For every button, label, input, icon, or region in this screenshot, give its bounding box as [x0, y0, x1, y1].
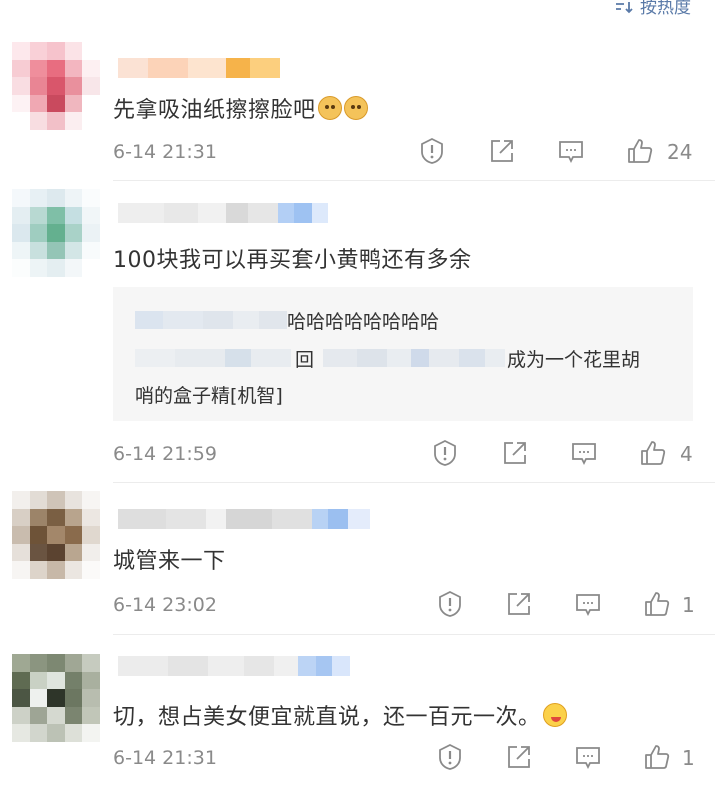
comment-button[interactable] — [557, 137, 585, 165]
share-button[interactable] — [488, 137, 516, 165]
reply-text: 哨的盒子精[机智] — [135, 385, 283, 407]
dog-emoji-icon — [317, 96, 342, 120]
comment-text: 先拿吸油纸擦擦脸吧 — [113, 92, 368, 124]
comment-item: 100块我可以再买套小黄鸭还有多余 哈哈哈哈哈哈哈哈 回 成为一个花里胡 哨的盒… — [0, 181, 715, 483]
comment-icon — [576, 747, 600, 770]
share-button[interactable] — [505, 743, 533, 771]
report-button[interactable] — [431, 439, 459, 467]
share-icon — [508, 746, 530, 768]
report-icon — [434, 439, 456, 466]
reply-mention-blurred — [323, 349, 505, 367]
comment-icon — [576, 594, 600, 617]
like-button[interactable] — [643, 743, 671, 771]
comment-button[interactable] — [574, 590, 602, 618]
comment-time: 6-14 21:31 — [113, 141, 217, 163]
avatar[interactable] — [12, 491, 100, 579]
reply-mention-label: 回 — [295, 349, 315, 371]
reply-text: 成为一个花里胡 — [507, 349, 641, 371]
like-count: 24 — [667, 140, 693, 164]
comment-item: 切，想占美女便宜就直说，还一百元一次。 6-14 21:31 1 — [0, 636, 715, 787]
avatar[interactable] — [12, 654, 100, 742]
report-button[interactable] — [436, 590, 464, 618]
comment-item: 先拿吸油纸擦擦脸吧 6-14 21:31 24 — [0, 0, 715, 181]
report-icon — [439, 743, 461, 770]
comment-time: 6-14 21:59 — [113, 443, 217, 465]
like-icon — [645, 592, 670, 616]
like-icon — [641, 441, 666, 465]
like-button[interactable] — [639, 439, 667, 467]
dog-emoji-icon — [343, 96, 368, 120]
comment-text: 切，想占美女便宜就直说，还一百元一次。 — [113, 699, 567, 731]
like-count: 4 — [680, 442, 693, 466]
like-icon — [628, 139, 653, 163]
report-button[interactable] — [436, 743, 464, 771]
comment-button[interactable] — [574, 743, 602, 771]
like-button[interactable] — [626, 137, 654, 165]
comment-text: 100块我可以再买套小黄鸭还有多余 — [113, 248, 472, 273]
share-button[interactable] — [501, 439, 529, 467]
share-icon — [491, 140, 513, 162]
like-count: 1 — [682, 746, 695, 770]
reply-preview[interactable]: 哈哈哈哈哈哈哈哈 回 成为一个花里胡 哨的盒子精[机智] — [113, 287, 693, 421]
like-count: 1 — [682, 593, 695, 617]
reply-text: 哈哈哈哈哈哈哈哈 — [287, 311, 440, 333]
reply-username-blurred — [135, 311, 287, 329]
comment-time: 6-14 23:02 — [113, 594, 217, 616]
comment-icon — [559, 141, 583, 164]
username-blurred[interactable] — [118, 656, 350, 676]
like-icon — [645, 745, 670, 769]
avatar[interactable] — [12, 42, 100, 130]
comment-time: 6-14 21:31 — [113, 747, 217, 769]
report-icon — [439, 590, 461, 617]
comment-icon — [572, 443, 596, 466]
comment-item: 城管来一下 6-14 23:02 1 — [0, 483, 715, 635]
share-icon — [508, 593, 530, 615]
drooling-emoji-icon — [542, 703, 567, 727]
reply-username-blurred — [135, 349, 291, 367]
like-button[interactable] — [643, 590, 671, 618]
avatar[interactable] — [12, 189, 100, 277]
share-icon — [504, 442, 526, 464]
username-blurred[interactable] — [118, 509, 370, 529]
comment-button[interactable] — [570, 439, 598, 467]
report-button[interactable] — [418, 137, 446, 165]
comment-text: 城管来一下 — [113, 549, 226, 574]
report-icon — [421, 137, 443, 164]
divider — [113, 634, 715, 635]
username-blurred[interactable] — [118, 203, 328, 223]
username-blurred[interactable] — [118, 58, 280, 78]
share-button[interactable] — [505, 590, 533, 618]
